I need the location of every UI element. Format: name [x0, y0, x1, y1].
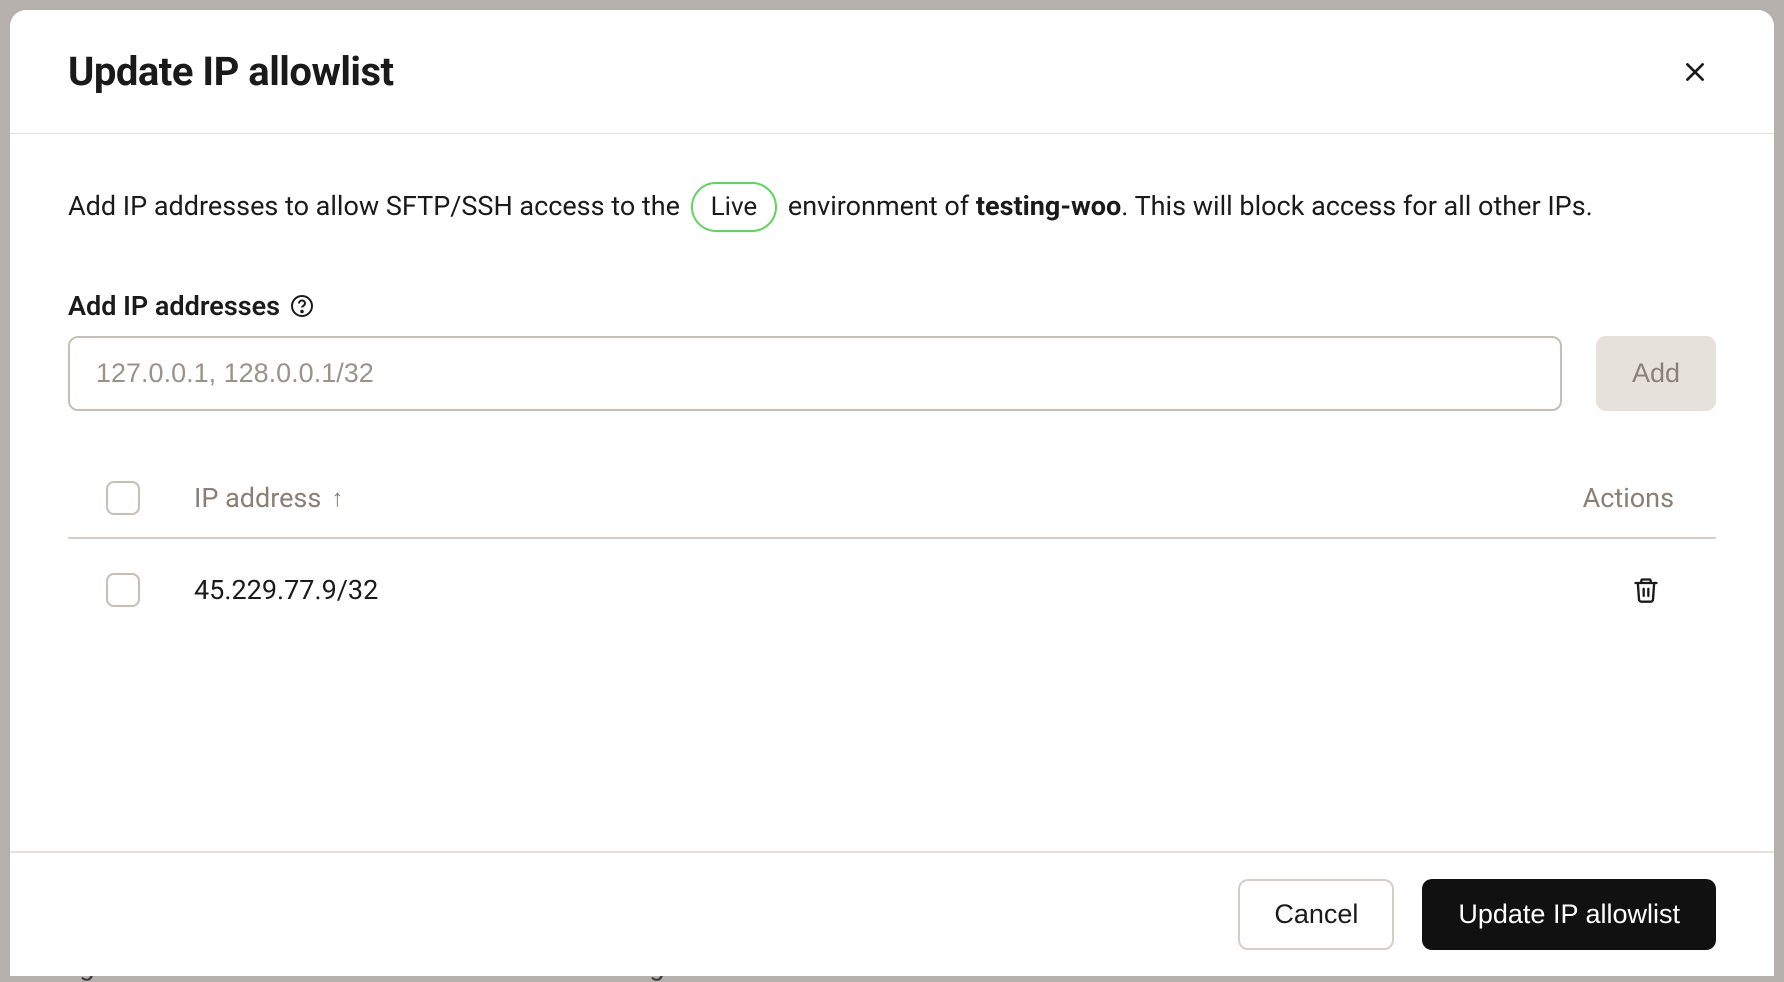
- table-row: 45.229.77.9/32: [68, 539, 1716, 641]
- table-row-checkbox-cell: [68, 573, 168, 607]
- select-all-checkbox[interactable]: [106, 481, 140, 515]
- add-button[interactable]: Add: [1596, 336, 1716, 411]
- description-middle: environment of: [788, 190, 976, 222]
- help-icon[interactable]: [290, 294, 314, 318]
- description-prefix: Add IP addresses to allow SFTP/SSH acces…: [68, 190, 687, 222]
- add-ip-row: Add: [68, 336, 1716, 411]
- table-header-actions: Actions: [1556, 482, 1716, 514]
- table-row-ip: 45.229.77.9/32: [168, 574, 1556, 606]
- modal-title: Update IP allowlist: [68, 48, 394, 95]
- modal-footer: Cancel Update IP allowlist: [10, 851, 1774, 976]
- ip-allowlist-modal: Update IP allowlist Add IP addresses to …: [10, 10, 1774, 976]
- ip-input[interactable]: [68, 336, 1562, 411]
- modal-description: Add IP addresses to allow SFTP/SSH acces…: [68, 182, 1716, 232]
- row-checkbox[interactable]: [106, 573, 140, 607]
- cancel-button[interactable]: Cancel: [1238, 879, 1394, 950]
- delete-button[interactable]: [1626, 569, 1666, 611]
- close-icon: [1682, 59, 1708, 85]
- table-row-actions: [1556, 569, 1716, 611]
- table-header: IP address ↑ Actions: [68, 481, 1716, 539]
- update-button[interactable]: Update IP allowlist: [1422, 879, 1716, 950]
- table-header-checkbox-cell: [68, 481, 168, 515]
- modal-body: Add IP addresses to allow SFTP/SSH acces…: [10, 134, 1774, 851]
- close-button[interactable]: [1674, 51, 1716, 93]
- site-name: testing-woo: [976, 190, 1121, 222]
- field-label-row: Add IP addresses: [68, 290, 1716, 322]
- ip-table: IP address ↑ Actions 45.229.77.9/32: [68, 481, 1716, 641]
- modal-header: Update IP allowlist: [10, 10, 1774, 134]
- table-header-ip[interactable]: IP address ↑: [168, 482, 1556, 514]
- add-ip-label: Add IP addresses: [68, 290, 280, 322]
- trash-icon: [1632, 575, 1660, 605]
- table-header-ip-label: IP address: [194, 482, 321, 514]
- environment-badge: Live: [691, 182, 778, 232]
- arrow-up-icon: ↑: [331, 484, 343, 513]
- description-suffix: . This will block access for all other I…: [1121, 190, 1592, 222]
